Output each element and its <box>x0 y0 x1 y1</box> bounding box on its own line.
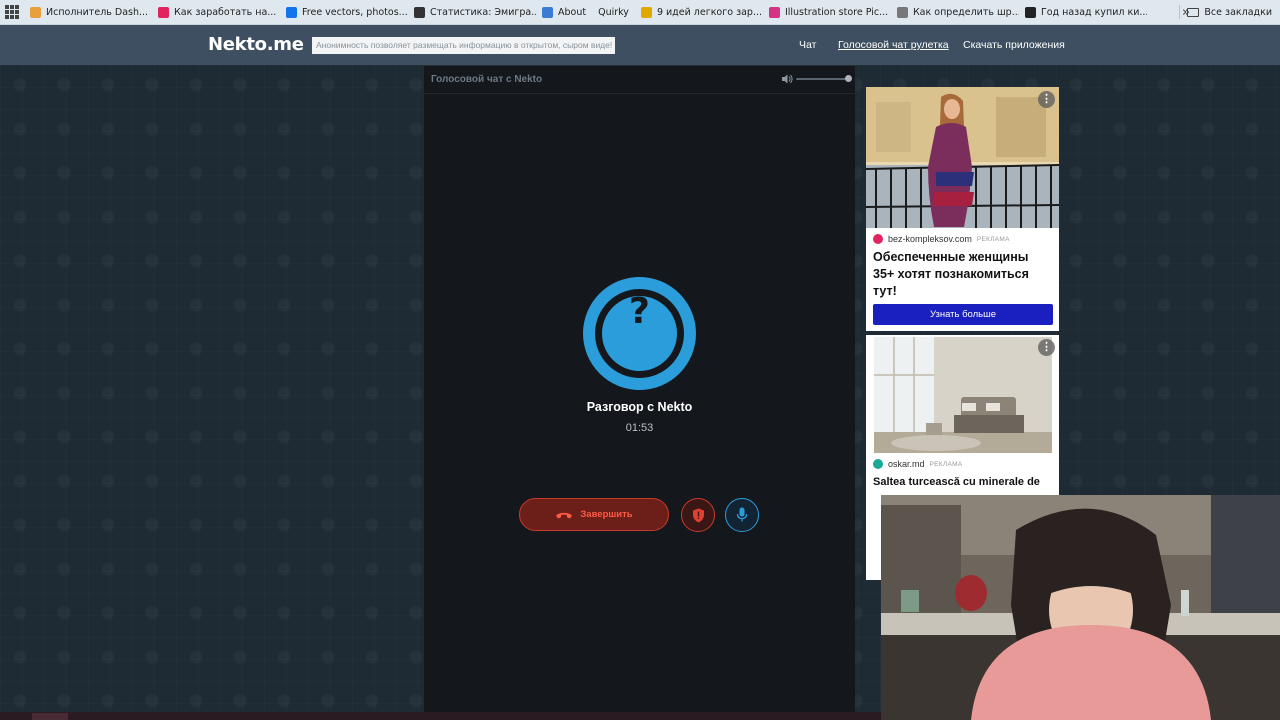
webcam-overlay-video <box>881 495 1280 720</box>
bookmark-item[interactable]: Как определить шр... <box>891 0 1019 24</box>
bookmark-label: Год назад купил ки... <box>1040 6 1147 18</box>
voice-chat-panel: Голосовой чат с Nekto ? Разговор с Nekto… <box>424 66 855 712</box>
ad-options-icon[interactable]: ⋮ <box>1038 339 1055 356</box>
ad-options-icon[interactable]: ⋮ <box>1038 91 1055 108</box>
site-header: Nekto.me Анонимность позволяет размещать… <box>0 25 1280 65</box>
conversation-title: Разговор с Nekto <box>586 400 693 414</box>
end-call-button[interactable]: Завершить <box>519 498 669 531</box>
taskbar-strip <box>0 712 881 720</box>
ad-image-bedroom <box>866 335 1059 455</box>
all-bookmarks-button[interactable]: Все закладки <box>1187 0 1272 24</box>
nav-chat[interactable]: Чат <box>799 39 816 51</box>
f-icon <box>896 6 908 18</box>
bookmark-label: 9 идей легкого зар... <box>656 6 763 18</box>
microphone-button[interactable] <box>725 498 759 532</box>
ad-source-domain: bez-kompleksov.com <box>888 234 972 244</box>
partner-avatar: ? <box>583 277 696 390</box>
ad-source-domain: oskar.md <box>888 459 925 469</box>
freepik-icon <box>286 6 297 18</box>
site-tagline: Анонимность позволяет размещать информац… <box>312 37 615 54</box>
picjumbo-icon <box>768 6 780 18</box>
ad-title[interactable]: Обеспеченные женщины 35+ хотят познакоми… <box>873 249 1053 300</box>
pencil-icon <box>30 6 41 18</box>
bookmark-item[interactable]: Исполнитель Dash... <box>24 0 152 24</box>
bookmark-label: Как заработать на... <box>174 6 277 18</box>
volume-slider[interactable] <box>796 78 848 80</box>
apps-icon[interactable] <box>0 0 24 24</box>
bookmarks-bar: Исполнитель Dash... Как заработать на... F… <box>0 0 1280 25</box>
volume-icon[interactable] <box>781 73 793 85</box>
folder-icon <box>1187 7 1200 17</box>
shield-icon <box>692 508 704 522</box>
bookmark-label: About <box>558 6 587 18</box>
source-favicon-icon <box>873 459 883 469</box>
globe-icon <box>414 6 425 18</box>
bookmark-item[interactable]: Год назад купил ки... <box>1019 0 1147 24</box>
bookmark-label: Как определить шр... <box>912 6 1019 18</box>
panel-title: Голосовой чат с Nekto <box>431 74 543 85</box>
ad-title[interactable]: Saltea turcească cu minerale de <box>873 475 1053 490</box>
bookmark-label: Illustration store Pic... <box>784 6 889 18</box>
ad-label: РЕКЛАМА <box>929 460 963 468</box>
bookmark-label: Free vectors, photos... <box>302 6 408 18</box>
bookmark-item[interactable]: Как заработать на... <box>152 0 280 24</box>
call-timer: 01:53 <box>625 422 654 434</box>
bookmark-label: Quirky <box>598 6 629 18</box>
s-icon <box>158 6 169 18</box>
hang-up-phone-icon <box>556 512 573 518</box>
all-bookmarks-label: Все закладки <box>1204 6 1272 18</box>
source-favicon-icon <box>873 234 883 244</box>
microphone-icon <box>736 507 748 522</box>
bookmark-item[interactable]: About <box>536 0 592 24</box>
ad-source: bez-kompleksov.com РЕКЛАМА <box>873 234 1010 244</box>
bookmark-label: Исполнитель Dash... <box>46 6 149 18</box>
bookmark-label: Статистика: Эмигра... <box>430 6 536 18</box>
panel-header: Голосовой чат с Nekto <box>424 66 855 94</box>
site-logo[interactable]: Nekto.me <box>208 34 304 55</box>
plus-icon <box>1024 6 1036 18</box>
nav-download-apps[interactable]: Скачать приложения <box>963 39 1065 51</box>
question-mark-icon: ? <box>629 291 650 332</box>
volume-slider-knob[interactable] <box>845 75 852 82</box>
gear-icon <box>640 6 652 18</box>
advertisement-card[interactable]: ⋮ bez-kompleksov.com РЕКЛАМА Обеспеченны… <box>866 87 1059 331</box>
bookmark-item[interactable]: 9 идей легкого зар... <box>635 0 763 24</box>
bookmark-item[interactable]: Статистика: Эмигра... <box>408 0 536 24</box>
report-button[interactable] <box>681 498 715 532</box>
bookmark-item[interactable]: Illustration store Pic... <box>763 0 891 24</box>
ad-label: РЕКЛАМА <box>976 235 1010 243</box>
ad-image-woman-balcony <box>866 87 1059 228</box>
ad-source: oskar.md РЕКЛАМА <box>873 459 962 469</box>
bookmark-item[interactable]: Free vectors, photos... <box>280 0 408 24</box>
nav-voice-chat[interactable]: Голосовой чат рулетка <box>838 39 949 51</box>
bookmark-item[interactable]: Quirky <box>592 0 635 24</box>
end-call-label: Завершить <box>580 509 633 520</box>
bookmarks-divider <box>1179 5 1180 19</box>
about-icon <box>542 6 553 18</box>
ad-cta-button[interactable]: Узнать больше <box>873 304 1053 325</box>
